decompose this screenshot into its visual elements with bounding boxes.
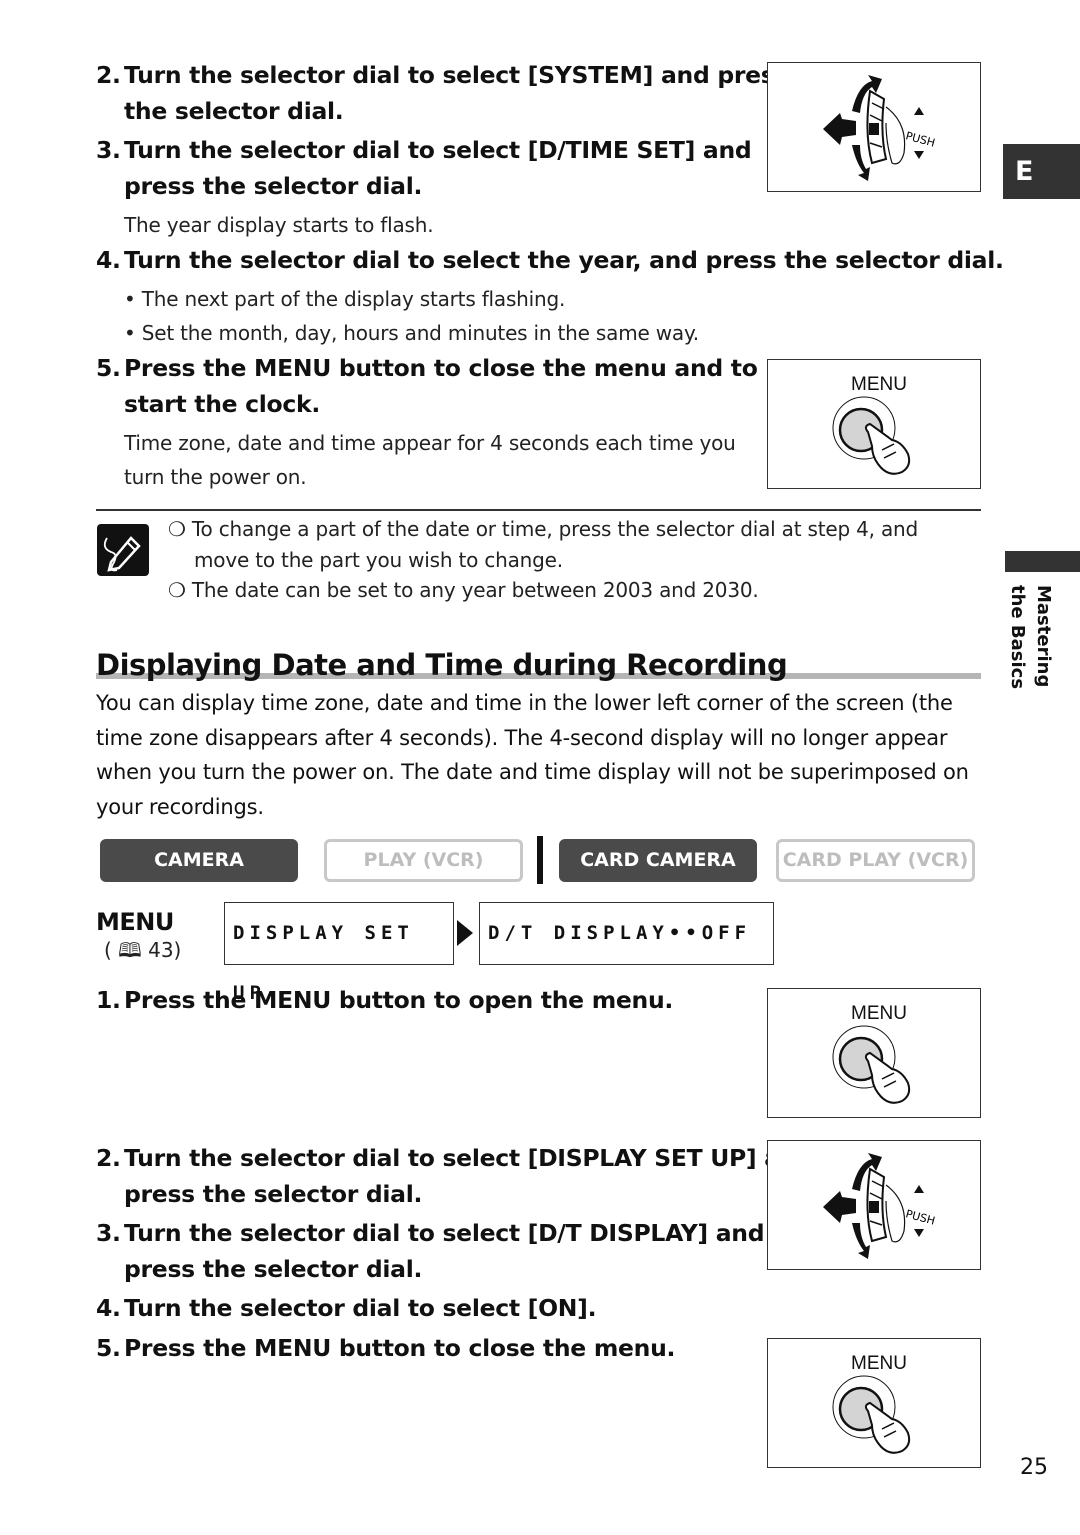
section-marker-bar — [1005, 551, 1080, 572]
bottom-step-4: 4. Turn the selector dial to select [ON]. — [96, 1294, 597, 1322]
menu-button-figure: MENU — [767, 988, 981, 1118]
step-4-bullet: • Set the month, day, hours and minutes … — [124, 321, 699, 345]
step-3-note: The year display starts to flash. — [124, 213, 434, 237]
language-tab-e: E — [1003, 144, 1080, 199]
menu-button-figure: MENU — [767, 359, 981, 489]
svg-text:MENU: MENU — [851, 1353, 907, 1374]
step-2-system: 2. Turn the selector dial to select [SYST… — [96, 61, 789, 125]
step-3-dtime-set: 3. Turn the selector dial to select [D/TI… — [96, 136, 752, 200]
menu-logo: MENU — [96, 908, 174, 936]
menu-page-reference: ( 🕮 43) — [104, 938, 182, 962]
mode-camera: CAMERA — [100, 839, 298, 882]
svg-text:PUSH: PUSH — [904, 1207, 936, 1227]
step-5-note: Time zone, date and time appear for 4 se… — [124, 431, 736, 455]
svg-text:MENU: MENU — [851, 1003, 907, 1024]
mode-play-vcr: PLAY (VCR) — [324, 839, 523, 882]
menu-path-display-set-up: DISPLAY SET UP — [224, 902, 454, 1004]
menu-path-dt-display: D/T DISPLAY••OFF — [479, 902, 774, 965]
svg-text:PUSH: PUSH — [904, 129, 936, 149]
menu-button-press-icon: MENU — [832, 1353, 911, 1454]
menu-button-press-icon: MENU — [832, 374, 911, 475]
menu-path-arrow-icon — [457, 920, 473, 946]
svg-text:MENU: MENU — [851, 374, 907, 395]
note-item: ❍ To change a part of the date or time, … — [168, 517, 918, 541]
selector-dial-icon: PUSH — [823, 1153, 937, 1259]
mode-card-play-vcr: CARD PLAY (VCR) — [776, 839, 975, 882]
note-item: ❍ The date can be set to any year betwee… — [168, 578, 759, 602]
section-title: Displaying Date and Time during Recordin… — [96, 648, 788, 682]
note-item-continued: move to the part you wish to change. — [194, 548, 563, 572]
step-4-bullet: • The next part of the display starts fl… — [124, 287, 566, 311]
mode-separator — [537, 836, 543, 884]
page-number: 25 — [1020, 1455, 1048, 1480]
bottom-step-2: 2. Turn the selector dial to select [DISP… — [96, 1144, 813, 1208]
selector-dial-figure: PUSH — [767, 62, 981, 192]
step-5-note: turn the power on. — [124, 465, 307, 489]
divider — [96, 509, 981, 511]
menu-button-press-icon: MENU — [832, 1003, 911, 1104]
step-5-start-clock: 5. Press the MENU button to close the men… — [96, 354, 758, 418]
section-intro: You can display time zone, date and time… — [96, 691, 969, 819]
bottom-step-3: 3. Turn the selector dial to select [D/T … — [96, 1219, 765, 1283]
selector-dial-icon: PUSH — [823, 75, 937, 181]
bottom-step-1: 1. Press the MENU button to open the menu… — [96, 986, 674, 1014]
pencil-note-icon — [97, 524, 149, 576]
bottom-step-5: 5. Press the MENU button to close the men… — [96, 1334, 676, 1362]
menu-button-figure: MENU — [767, 1338, 981, 1468]
section-side-label: Mastering the Basics — [1007, 585, 1054, 690]
mode-card-camera: CARD CAMERA — [559, 839, 757, 882]
selector-dial-figure: PUSH — [767, 1140, 981, 1270]
step-4-year: 4. Turn the selector dial to select the y… — [96, 246, 1004, 274]
